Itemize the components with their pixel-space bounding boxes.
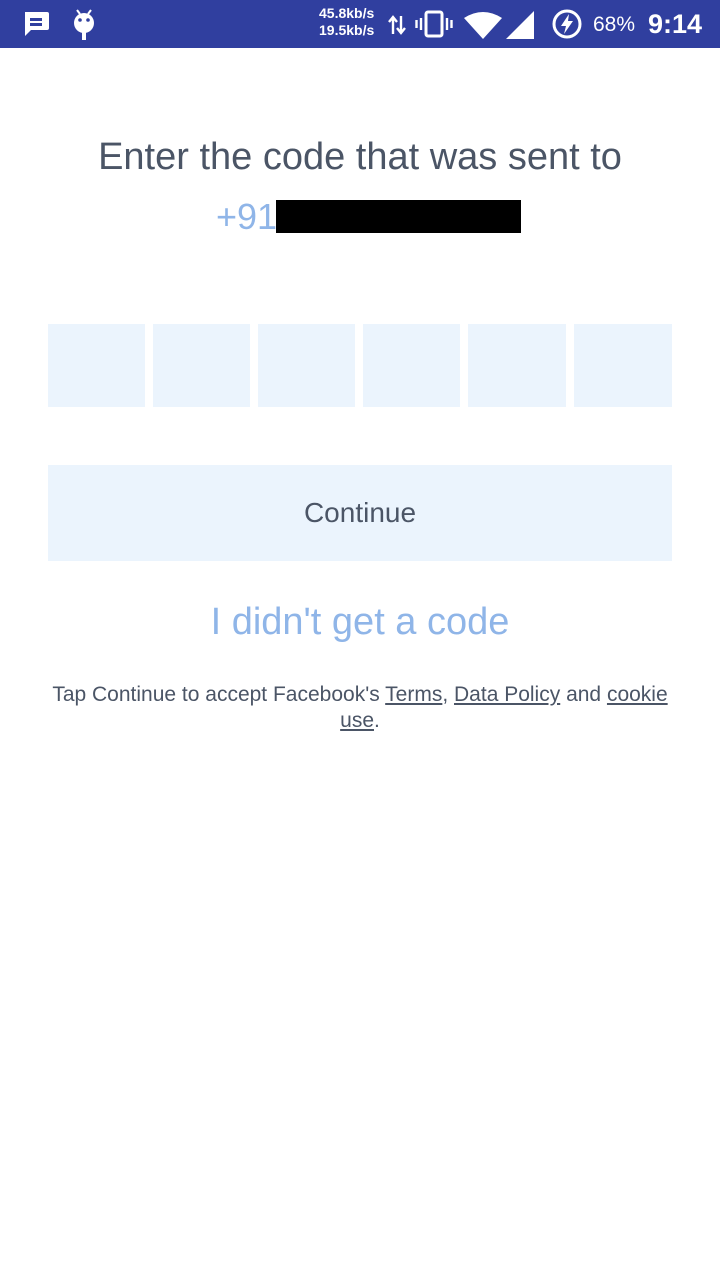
cell-signal-icon	[505, 10, 535, 40]
message-icon	[22, 11, 50, 37]
code-digit-5[interactable]	[468, 324, 566, 407]
status-clock: 9:14	[648, 9, 703, 39]
legal-notice: Tap Continue to accept Facebook's Terms,…	[40, 682, 680, 734]
legal-prefix: Tap Continue to accept Facebook's	[52, 683, 386, 706]
data-transfer-icon	[387, 12, 407, 38]
battery-charging-icon	[551, 8, 583, 40]
phone-prefix: +91	[216, 196, 278, 237]
data-policy-link[interactable]: Data Policy	[454, 683, 560, 706]
code-digit-1[interactable]	[48, 324, 145, 407]
battery-percent: 68%	[593, 13, 636, 36]
legal-separator-1: ,	[442, 683, 455, 706]
continue-button[interactable]: Continue	[48, 465, 672, 561]
code-digit-4[interactable]	[363, 324, 460, 407]
wifi-icon	[463, 12, 503, 40]
upload-speed: 19.5kb/s	[319, 22, 375, 38]
page-title: Enter the code that was sent to	[98, 136, 622, 178]
terms-link[interactable]: Terms	[385, 683, 442, 706]
android-debug-icon	[72, 8, 96, 40]
status-bar: 45.8kb/s 19.5kb/s 68% 9:14	[0, 0, 720, 48]
code-input-row	[48, 324, 672, 407]
download-speed: 45.8kb/s	[319, 5, 375, 21]
code-digit-6[interactable]	[574, 324, 672, 407]
legal-suffix: .	[374, 709, 380, 732]
code-digit-2[interactable]	[153, 324, 250, 407]
vibrate-icon	[415, 10, 453, 38]
phone-number: +91	[216, 194, 277, 240]
code-digit-3[interactable]	[258, 324, 355, 407]
no-code-link[interactable]: I didn't get a code	[0, 598, 720, 646]
verification-screen: Enter the code that was sent to +91 Cont…	[0, 48, 720, 1280]
legal-separator-2: and	[560, 683, 607, 706]
network-speed: 45.8kb/s 19.5kb/s	[319, 5, 374, 39]
redaction-bar	[276, 200, 521, 233]
